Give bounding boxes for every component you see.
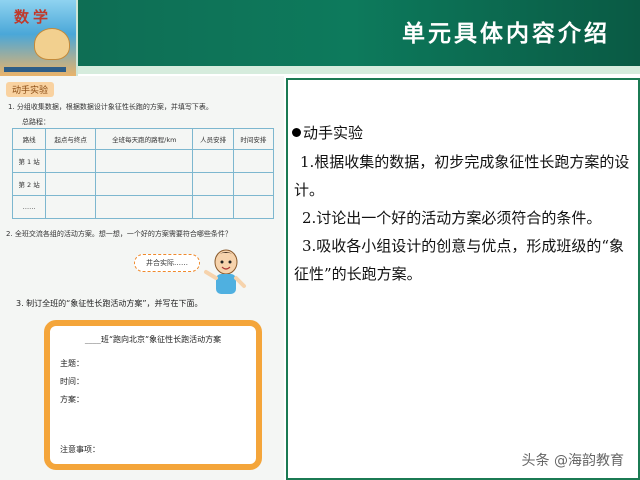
section-tag: 动手实验 — [6, 82, 55, 97]
table-cell — [192, 149, 234, 173]
table-cell — [45, 149, 97, 173]
plan-notes-label: 注意事项： — [60, 445, 100, 454]
cover-strip — [4, 67, 66, 72]
table-cell — [95, 195, 194, 219]
plan-scheme-label: 方案： — [60, 395, 84, 404]
panel-item-2: 2.讨论出一个好的活动方案必须符合的条件。 — [302, 209, 602, 227]
table-header-row: 路线 起点与终点 全班每天跑的路程/km 人员安排 时间安排 — [11, 128, 275, 150]
table-header: 全班每天跑的路程/km — [95, 128, 194, 150]
route-label: 总路程： — [22, 118, 50, 126]
speech-bubble: 井合实际…… — [134, 254, 200, 272]
bullet-icon — [292, 128, 301, 137]
watermark: 头条 @海韵教育 — [521, 453, 624, 469]
panel-heading-text: 动手实验 — [303, 124, 364, 142]
header-bar: 单元具体内容介绍 — [0, 0, 640, 66]
table-header: 时间安排 — [232, 128, 275, 150]
table-cell — [192, 195, 234, 219]
table-cell — [95, 172, 194, 196]
panel-heading: 动手实验 — [292, 122, 363, 143]
table-cell — [232, 149, 275, 173]
panel-item-1: 1.根据收集的数据，初步完成象征性长跑方案的设计。 — [294, 153, 630, 199]
plan-table: 路线 起点与终点 全班每天跑的路程/km 人员安排 时间安排 第 1 站 第 2… — [11, 128, 275, 219]
question-3: 3. 制订全班的“象征性长跑活动方案”，并写在下面。 — [16, 299, 203, 308]
table-row: 第 2 站 — [11, 172, 275, 196]
cover-illustration — [34, 28, 70, 60]
plan-time-label: 时间： — [60, 377, 84, 386]
table-header: 人员安排 — [192, 128, 234, 150]
plan-box: ____班“跑向北京”象征性长跑活动方案 主题： 时间： 方案： 注意事项： — [44, 320, 262, 470]
boy-illustration-icon — [204, 249, 246, 294]
table-cell — [95, 149, 194, 173]
table-cell: …… — [11, 195, 47, 219]
slide-title: 单元具体内容介绍 — [402, 20, 610, 47]
table-cell — [45, 195, 97, 219]
question-2: 2. 全班交流各组的活动方案。想一想，一个好的方案需要符合哪些条件？ — [6, 230, 232, 238]
plan-topic-label: 主题： — [60, 359, 84, 368]
cover-title: 数学 — [14, 8, 53, 26]
table-cell — [45, 172, 97, 196]
table-cell — [192, 172, 234, 196]
table-cell — [232, 172, 275, 196]
header-divider — [78, 66, 640, 74]
plan-title: ____班“跑向北京”象征性长跑活动方案 — [84, 335, 222, 344]
table-cell: 第 1 站 — [11, 149, 47, 173]
content-panel: 动手实验 1.根据收集的数据，初步完成象征性长跑方案的设计。 2.讨论出一个好的… — [286, 78, 640, 480]
table-header: 路线 — [11, 128, 47, 150]
table-row: …… — [11, 195, 275, 219]
textbook-page: 动手实验 1. 分组收集数据，根据数据设计象征性长跑的方案，并填写下表。 总路程… — [0, 76, 284, 480]
question-1: 1. 分组收集数据，根据数据设计象征性长跑的方案，并填写下表。 — [8, 103, 213, 111]
table-row: 第 1 站 — [11, 149, 275, 173]
textbook-cover-image: 数学 — [0, 0, 78, 76]
table-cell: 第 2 站 — [11, 172, 47, 196]
panel-item-3: 3.吸收各小组设计的创意与优点，形成班级的“象征性”的长跑方案。 — [294, 237, 624, 283]
table-header: 起点与终点 — [45, 128, 97, 150]
table-cell — [232, 195, 275, 219]
